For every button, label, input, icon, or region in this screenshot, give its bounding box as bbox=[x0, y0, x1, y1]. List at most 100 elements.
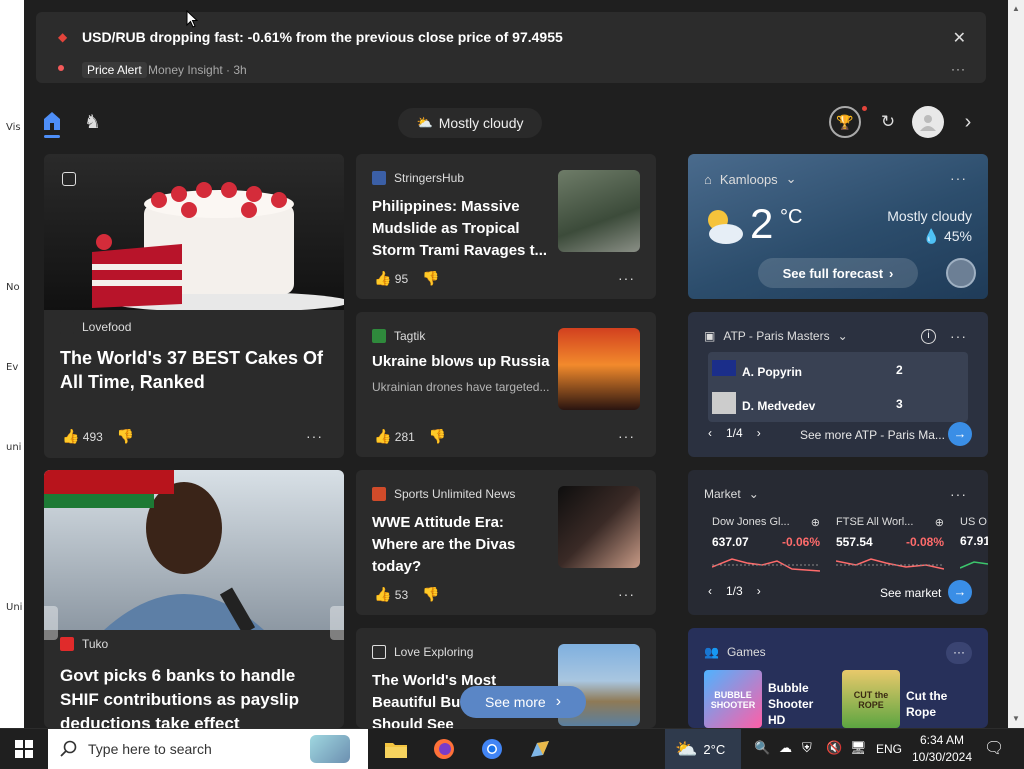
notifications-icon[interactable]: 🗨 bbox=[984, 738, 1004, 758]
home-tab[interactable] bbox=[42, 110, 64, 138]
refresh-button[interactable]: ↻ bbox=[872, 106, 904, 138]
weather-location[interactable]: ⌂ Kamloops ⌄ bbox=[704, 171, 797, 187]
carousel-prev-icon[interactable] bbox=[44, 606, 58, 640]
price-alert-banner[interactable]: ◆ USD/RUB dropping fast: -0.61% from the… bbox=[36, 12, 986, 83]
taskbar-clock[interactable]: 6:34 AM 10/30/2024 bbox=[905, 732, 979, 766]
taskbar: Type here to search ⛅ 2°C 🔍 ☁ ⛨ 🔇 🖥 ENG … bbox=[0, 728, 1024, 769]
network-icon[interactable]: 🖥 bbox=[850, 740, 867, 756]
more-options-icon[interactable]: ··· bbox=[950, 486, 967, 502]
market-change: -0.06% bbox=[781, 535, 820, 549]
see-more-link[interactable]: See more ATP - Paris Ma... bbox=[800, 428, 945, 442]
info-icon[interactable]: i bbox=[921, 329, 936, 344]
news-card[interactable]: Sports Unlimited News WWE Attitude Era: … bbox=[356, 470, 656, 615]
card-title[interactable]: The World's 37 BEST Cakes Of All Time, R… bbox=[60, 346, 330, 394]
search-tray-icon[interactable]: 🔍 bbox=[754, 740, 770, 756]
market-title[interactable]: Market ⌄ bbox=[704, 487, 759, 501]
cloud-offline-icon[interactable]: ☁ bbox=[779, 740, 792, 756]
add-icon[interactable]: ⊕ bbox=[935, 516, 944, 529]
card-title[interactable]: Govt picks 6 banks to handle SHIF contri… bbox=[60, 664, 334, 728]
scroll-down-icon[interactable]: ▼ bbox=[1012, 714, 1020, 723]
card-title[interactable]: Philippines: Massive Mudslide as Tropica… bbox=[372, 196, 550, 262]
card-title[interactable]: Ukraine blows up Russia bbox=[372, 351, 552, 373]
rewards-button[interactable]: 🏆 bbox=[829, 106, 861, 138]
pager-text: 1/4 bbox=[726, 426, 743, 440]
vertical-scrollbar[interactable]: ▲ ▼ bbox=[1008, 0, 1024, 728]
game-title[interactable]: Cut the Rope bbox=[906, 688, 956, 720]
forecast-button[interactable]: See full forecast › bbox=[758, 258, 918, 288]
more-options-icon[interactable]: ··· bbox=[618, 428, 635, 444]
radar-map-icon[interactable] bbox=[946, 258, 976, 288]
chess-icon[interactable]: ♞ bbox=[84, 111, 101, 134]
weather-widget[interactable]: ⌂ Kamloops ⌄ ··· 2 °C Mostly cloudy 💧 45… bbox=[688, 154, 988, 299]
more-options-icon[interactable]: ··· bbox=[950, 170, 967, 186]
games-label: Games bbox=[726, 645, 766, 659]
cut-the-rope-icon[interactable]: CUT the ROPE bbox=[842, 670, 900, 728]
thumbs-down-icon[interactable]: 👎 bbox=[429, 428, 446, 445]
volume-muted-icon[interactable]: 🔇 bbox=[826, 740, 842, 756]
more-options-icon[interactable]: ··· bbox=[618, 586, 635, 602]
like-button[interactable]: 👍 493 bbox=[62, 428, 103, 445]
desktop-background: Vis No Ev uni Uni bbox=[0, 0, 24, 728]
more-options-icon[interactable]: ··· bbox=[946, 642, 972, 664]
market-item[interactable]: Dow Jones Gl... ⊕ 637.07 -0.06% bbox=[711, 516, 821, 580]
news-card[interactable]: Tagtik Ukraine blows up Russia Ukrainian… bbox=[356, 312, 656, 457]
thumbs-down-icon[interactable]: 👎 bbox=[422, 586, 439, 603]
droplet-icon: 💧 bbox=[922, 228, 940, 244]
partly-cloudy-icon bbox=[708, 210, 743, 244]
temperature-unit: °C bbox=[780, 206, 803, 228]
more-options-icon[interactable]: ··· bbox=[306, 428, 323, 444]
flag-stripe bbox=[44, 470, 174, 494]
close-icon[interactable]: ✕ bbox=[953, 28, 966, 48]
shield-icon[interactable]: ⛨ bbox=[802, 740, 812, 756]
more-options-icon[interactable]: ··· bbox=[950, 328, 967, 344]
match-score-box[interactable]: A. Popyrin 2 D. Medvedev 3 bbox=[708, 352, 968, 422]
news-card[interactable]: Tuko Govt picks 6 banks to handle SHIF c… bbox=[44, 470, 344, 728]
add-icon[interactable]: ⊕ bbox=[811, 516, 820, 529]
news-card[interactable]: Lovefood The World's 37 BEST Cakes Of Al… bbox=[44, 154, 344, 458]
market-item[interactable]: FTSE All Worl... ⊕ 557.54 -0.08% bbox=[835, 516, 945, 580]
market-widget[interactable]: Market ⌄ ··· Dow Jones Gl... ⊕ 637.07 -0.0… bbox=[688, 470, 988, 615]
weather-pill[interactable]: ⛅ Mostly cloudy bbox=[398, 108, 542, 138]
file-explorer-button[interactable] bbox=[372, 729, 420, 769]
thumbs-down-icon[interactable]: 👎 bbox=[117, 428, 134, 445]
more-options-icon[interactable]: ··· bbox=[618, 270, 635, 286]
games-widget[interactable]: 👥 Games ··· BUBBLE SHOOTER Bubble Shoote… bbox=[688, 628, 988, 728]
language-indicator[interactable]: ENG bbox=[876, 742, 902, 756]
chevron-right-icon[interactable]: › bbox=[757, 426, 761, 440]
app-button[interactable] bbox=[516, 729, 564, 769]
see-market-link[interactable]: See market bbox=[880, 586, 941, 600]
taskbar-weather[interactable]: ⛅ 2°C bbox=[665, 729, 741, 769]
game-title[interactable]: Bubble Shooter HD bbox=[768, 680, 830, 728]
news-card[interactable]: StringersHub Philippines: Massive Mudsli… bbox=[356, 154, 656, 299]
chrome-button[interactable] bbox=[468, 729, 516, 769]
search-highlight-icon[interactable] bbox=[310, 735, 350, 763]
chevron-right-icon[interactable]: › bbox=[952, 106, 984, 138]
scroll-up-icon[interactable]: ▲ bbox=[1012, 4, 1020, 13]
taskbar-search[interactable]: Type here to search bbox=[48, 729, 368, 769]
arrow-right-icon[interactable]: → bbox=[948, 580, 972, 604]
source-logo-icon bbox=[60, 637, 74, 651]
like-button[interactable]: 👍 281 bbox=[374, 428, 415, 445]
like-button[interactable]: 👍 53 bbox=[374, 586, 408, 603]
bubble-shooter-icon[interactable]: BUBBLE SHOOTER bbox=[704, 670, 762, 728]
player-photo bbox=[712, 392, 736, 414]
arrow-right-icon[interactable]: → bbox=[948, 422, 972, 446]
avatar[interactable] bbox=[912, 106, 944, 138]
like-button[interactable]: 👍 95 bbox=[374, 270, 408, 287]
sports-title[interactable]: ▣ ATP - Paris Masters ⌄ bbox=[704, 329, 848, 343]
source-name: Lovefood bbox=[82, 320, 132, 334]
chevron-left-icon[interactable]: ‹ bbox=[708, 426, 712, 440]
more-options-icon[interactable]: ··· bbox=[951, 62, 966, 76]
article-image bbox=[44, 470, 344, 640]
gallery-icon bbox=[62, 172, 76, 186]
see-more-button[interactable]: See more › bbox=[460, 686, 586, 718]
market-item[interactable]: US O 67.91 bbox=[959, 516, 988, 579]
card-title[interactable]: WWE Attitude Era: Where are the Divas to… bbox=[372, 512, 552, 578]
chevron-left-icon[interactable]: ‹ bbox=[708, 584, 712, 598]
firefox-button[interactable] bbox=[420, 729, 468, 769]
start-button[interactable] bbox=[0, 729, 48, 769]
sports-widget[interactable]: ▣ ATP - Paris Masters ⌄ i ··· A. Popyrin… bbox=[688, 312, 988, 457]
thumbs-down-icon[interactable]: 👎 bbox=[422, 270, 439, 287]
chevron-right-icon[interactable]: › bbox=[757, 584, 761, 598]
carousel-next-icon[interactable] bbox=[330, 606, 344, 640]
